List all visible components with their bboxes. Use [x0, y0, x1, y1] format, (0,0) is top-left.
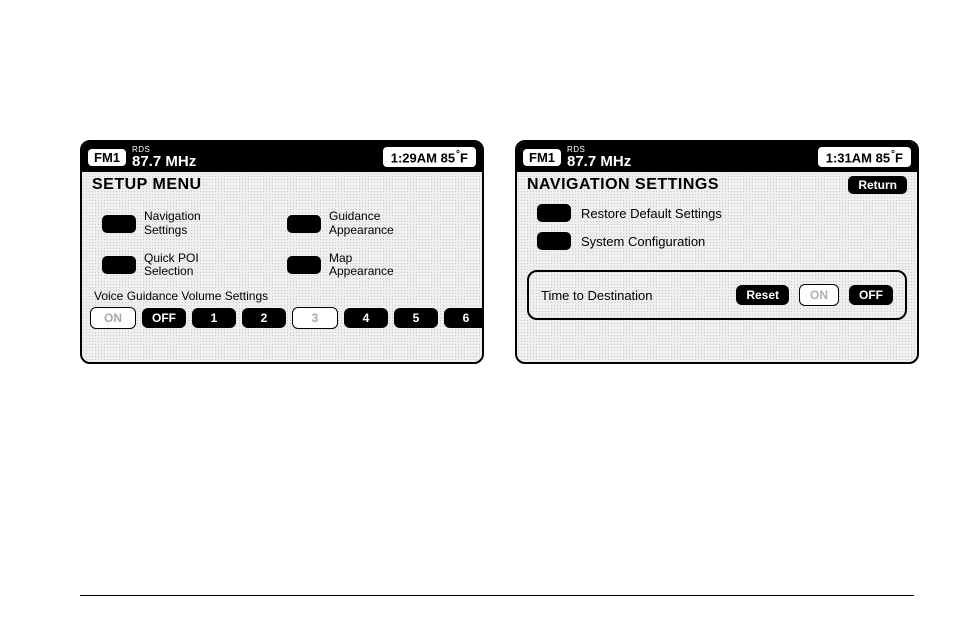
setup-item-label: Quick POI Selection	[144, 252, 199, 280]
frequency-readout: 87.7 MHz	[132, 154, 196, 169]
frequency-block: RDS 87.7 MHz	[567, 146, 631, 169]
volume-level-2-button[interactable]: 2	[242, 308, 286, 328]
time-on-button[interactable]: ON	[799, 284, 839, 306]
volume-level-5-button[interactable]: 5	[394, 308, 438, 328]
page-title: NAVIGATION SETTINGS	[527, 176, 719, 194]
setup-item-label: Guidance Appearance	[329, 210, 394, 238]
clock-temp-badge: 1:29AM 85°F	[383, 147, 476, 167]
nav-item-label: Restore Default Settings	[581, 206, 722, 221]
temp-unit: F	[895, 150, 903, 165]
band-badge: FM1	[88, 149, 126, 166]
header-bar: FM1 RDS 87.7 MHz 1:29AM 85°F	[82, 142, 482, 172]
menu-pill-icon	[537, 232, 571, 250]
menu-pill-icon	[102, 215, 136, 233]
time-to-destination-label: Time to Destination	[541, 288, 726, 303]
reset-button[interactable]: Reset	[736, 285, 789, 305]
page-divider	[80, 595, 914, 596]
nav-item-restore-defaults[interactable]: Restore Default Settings	[537, 204, 897, 222]
setup-item-navigation-settings[interactable]: Navigation Settings	[102, 210, 277, 238]
menu-pill-icon	[102, 256, 136, 274]
setup-item-label: Navigation Settings	[144, 210, 201, 238]
clock-time: 1:29AM 85	[391, 150, 455, 165]
title-row: SETUP MENU	[82, 172, 482, 196]
setup-item-label: Map Appearance	[329, 252, 394, 280]
clock-temp-badge: 1:31AM 85°F	[818, 147, 911, 167]
volume-on-button[interactable]: ON	[90, 307, 136, 329]
time-off-button[interactable]: OFF	[849, 285, 893, 305]
voice-guidance-section: Voice Guidance Volume Settings ON OFF 1 …	[82, 279, 482, 329]
page-title: SETUP MENU	[92, 176, 202, 194]
setup-item-map-appearance[interactable]: Map Appearance	[287, 252, 462, 280]
setup-item-guidance-appearance[interactable]: Guidance Appearance	[287, 210, 462, 238]
temp-unit: F	[460, 150, 468, 165]
volume-level-3-button[interactable]: 3	[292, 307, 338, 329]
setup-grid: Navigation Settings Guidance Appearance …	[82, 196, 482, 279]
menu-pill-icon	[537, 204, 571, 222]
volume-level-1-button[interactable]: 1	[192, 308, 236, 328]
nav-item-system-configuration[interactable]: System Configuration	[537, 232, 897, 250]
menu-pill-icon	[287, 215, 321, 233]
volume-level-4-button[interactable]: 4	[344, 308, 388, 328]
voice-guidance-title: Voice Guidance Volume Settings	[90, 289, 474, 303]
band-badge: FM1	[523, 149, 561, 166]
volume-off-button[interactable]: OFF	[142, 308, 186, 328]
header-bar: FM1 RDS 87.7 MHz 1:31AM 85°F	[517, 142, 917, 172]
nav-item-label: System Configuration	[581, 234, 705, 249]
screen-navigation-settings: FM1 RDS 87.7 MHz 1:31AM 85°F NAVIGATION …	[515, 140, 919, 364]
frequency-readout: 87.7 MHz	[567, 154, 631, 169]
nav-settings-list: Restore Default Settings System Configur…	[517, 196, 917, 250]
setup-item-quick-poi-selection[interactable]: Quick POI Selection	[102, 252, 277, 280]
voice-guidance-buttons: ON OFF 1 2 3 4 5 6	[90, 307, 474, 329]
return-button[interactable]: Return	[848, 176, 907, 194]
menu-pill-icon	[287, 256, 321, 274]
screen-setup-menu: FM1 RDS 87.7 MHz 1:29AM 85°F SETUP MENU …	[80, 140, 484, 364]
volume-level-6-button[interactable]: 6	[444, 308, 484, 328]
title-row: NAVIGATION SETTINGS Return	[517, 172, 917, 196]
time-to-destination-panel: Time to Destination Reset ON OFF	[527, 270, 907, 320]
frequency-block: RDS 87.7 MHz	[132, 146, 196, 169]
clock-time: 1:31AM 85	[826, 150, 890, 165]
